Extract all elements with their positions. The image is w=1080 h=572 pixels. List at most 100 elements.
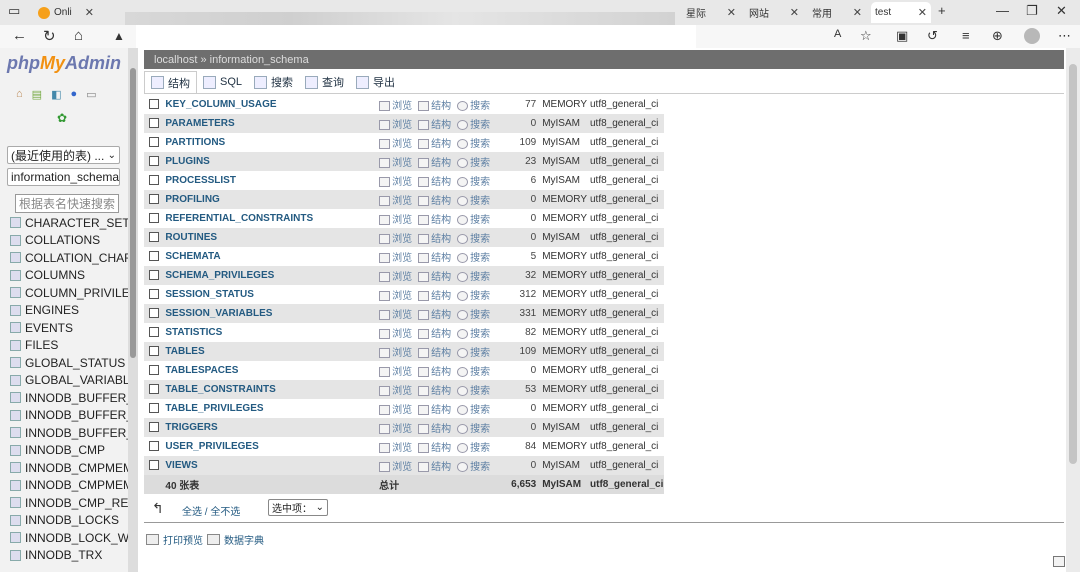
row-checkbox[interactable] [148, 156, 159, 167]
extension-icon[interactable]: ▣ [896, 28, 908, 44]
table-row[interactable]: ROUTINES 浏览 结构 搜索 0 MyISAM utf8_general_ci [144, 228, 664, 247]
table-name-link[interactable]: SCHEMATA [163, 247, 380, 266]
search-action[interactable]: 搜索 [457, 420, 490, 435]
url-field[interactable] [136, 25, 696, 48]
help-icon[interactable]: ● [70, 88, 77, 101]
read-aloud-icon[interactable]: A [834, 28, 841, 40]
row-checkbox[interactable] [148, 403, 159, 414]
with-selected-select[interactable]: 选中项： ⌄ [268, 499, 328, 516]
table-name-link[interactable]: PLUGINS [163, 152, 380, 171]
browser-tab-1[interactable]: Onli ✕ [34, 2, 98, 23]
close-tab-icon[interactable]: ✕ [85, 6, 94, 19]
table-row[interactable]: SESSION_VARIABLES 浏览 结构 搜索 331 MEMORY utf8_gen… [144, 304, 664, 323]
table-row[interactable]: TABLESPACES 浏览 结构 搜索 0 MEMORY utf8_general_ci [144, 361, 664, 380]
browse-action[interactable]: 浏览 [379, 154, 412, 169]
table-row[interactable]: TRIGGERS 浏览 结构 搜索 0 MyISAM utf8_general_ci [144, 418, 664, 437]
sidebar-table-item[interactable]: INNODB_BUFFER_P [10, 389, 138, 407]
search-action[interactable]: 搜索 [457, 97, 490, 112]
search-action[interactable]: 搜索 [457, 249, 490, 264]
row-checkbox[interactable] [148, 270, 159, 281]
docs-icon[interactable]: ▭ [86, 88, 96, 101]
row-checkbox[interactable] [148, 346, 159, 357]
search-action[interactable]: 搜索 [457, 363, 490, 378]
restore-icon[interactable]: ❐ [1026, 3, 1038, 19]
table-row[interactable]: TABLE_CONSTRAINTS 浏览 结构 搜索 53 MEMORY utf8_gene… [144, 380, 664, 399]
structure-action[interactable]: 结构 [418, 287, 451, 302]
search-action[interactable]: 搜索 [457, 192, 490, 207]
table-name-link[interactable]: USER_PRIVILEGES [163, 437, 380, 456]
table-row[interactable]: TABLE_PRIVILEGES 浏览 结构 搜索 0 MEMORY utf8_genera… [144, 399, 664, 418]
table-row[interactable]: PROCESSLIST 浏览 结构 搜索 6 MyISAM utf8_general_ci [144, 171, 664, 190]
table-name-link[interactable]: REFERENTIAL_CONSTRAINTS [163, 209, 380, 228]
sidebar-table-item[interactable]: COLUMNS [10, 267, 138, 285]
table-name-link[interactable]: VIEWS [163, 456, 380, 475]
browser-tab-5[interactable]: test ✕ [871, 2, 931, 23]
browser-tab-4[interactable]: 常用 ✕ [808, 2, 866, 23]
row-checkbox[interactable] [148, 327, 159, 338]
console-icon[interactable] [1053, 556, 1065, 567]
sidebar-table-item[interactable]: INNODB_BUFFER_P [10, 424, 138, 442]
search-action[interactable]: 搜索 [457, 401, 490, 416]
refresh-icon[interactable]: ↻ [43, 27, 56, 45]
search-action[interactable]: 搜索 [457, 325, 490, 340]
back-icon[interactable]: ← [12, 27, 27, 44]
main-scrollbar[interactable] [1066, 48, 1080, 572]
search-action[interactable]: 搜索 [457, 268, 490, 283]
table-row[interactable]: PARTITIONS 浏览 结构 搜索 109 MyISAM utf8_general_ci [144, 133, 664, 152]
table-filter-input[interactable]: 根据表名快速搜索 [15, 194, 119, 213]
sidebar-table-item[interactable]: INNODB_CMP_RESI [10, 494, 138, 512]
search-action[interactable]: 搜索 [457, 154, 490, 169]
row-checkbox[interactable] [148, 194, 159, 205]
structure-action[interactable]: 结构 [418, 382, 451, 397]
search-action[interactable]: 搜索 [457, 382, 490, 397]
sidebar-table-item[interactable]: COLLATION_CHARA [10, 249, 138, 267]
table-name-link[interactable]: ROUTINES [163, 228, 380, 247]
browse-action[interactable]: 浏览 [379, 249, 412, 264]
row-checkbox[interactable] [148, 213, 159, 224]
sidebar-table-item[interactable]: CHARACTER_SETS [10, 214, 138, 232]
row-checkbox[interactable] [148, 460, 159, 471]
collections-icon[interactable]: ⊕ [992, 28, 1003, 44]
structure-action[interactable]: 结构 [418, 344, 451, 359]
row-checkbox[interactable] [148, 99, 159, 110]
sidebar-table-item[interactable]: ENGINES [10, 302, 138, 320]
sidebar-table-item[interactable]: COLLATIONS [10, 232, 138, 250]
browse-action[interactable]: 浏览 [379, 401, 412, 416]
row-checkbox[interactable] [148, 232, 159, 243]
browse-action[interactable]: 浏览 [379, 306, 412, 321]
browse-action[interactable]: 浏览 [379, 116, 412, 131]
tab-actions-icon[interactable]: ▭ [8, 3, 20, 19]
table-row[interactable]: PARAMETERS 浏览 结构 搜索 0 MyISAM utf8_general_ci [144, 114, 664, 133]
tab-search[interactable]: 搜索 [248, 71, 299, 93]
nav-scrollbar-thumb[interactable] [130, 68, 136, 358]
table-name-link[interactable]: TABLESPACES [163, 361, 380, 380]
table-name-link[interactable]: PROFILING [163, 190, 380, 209]
tab-query[interactable]: 查询 [299, 71, 350, 93]
structure-action[interactable]: 结构 [418, 97, 451, 112]
search-action[interactable]: 搜索 [457, 173, 490, 188]
home-icon[interactable]: ⌂ [16, 88, 23, 101]
browser-tab-3[interactable]: 网站 ✕ [745, 2, 803, 23]
browse-action[interactable]: 浏览 [379, 135, 412, 150]
table-name-link[interactable]: TRIGGERS [163, 418, 380, 437]
structure-action[interactable]: 结构 [418, 420, 451, 435]
tab-sql[interactable]: SQL [197, 71, 248, 93]
table-name-link[interactable]: STATISTICS [163, 323, 380, 342]
table-row[interactable]: REFERENTIAL_CONSTRAINTS 浏览 结构 搜索 0 MEMORY utf8… [144, 209, 664, 228]
search-action[interactable]: 搜索 [457, 344, 490, 359]
browse-action[interactable]: 浏览 [379, 97, 412, 112]
browse-action[interactable]: 浏览 [379, 382, 412, 397]
tab-export[interactable]: 导出 [350, 71, 401, 93]
sidebar-table-item[interactable]: INNODB_CMPMEM [10, 459, 138, 477]
structure-action[interactable]: 结构 [418, 116, 451, 131]
table-row[interactable]: TABLES 浏览 结构 搜索 109 MEMORY utf8_general_ci [144, 342, 664, 361]
browse-action[interactable]: 浏览 [379, 420, 412, 435]
close-tab-icon[interactable]: ✕ [853, 6, 862, 19]
table-row[interactable]: SCHEMATA 浏览 结构 搜索 5 MEMORY utf8_general_ci [144, 247, 664, 266]
sidebar-table-item[interactable]: COLUMN_PRIVILEG [10, 284, 138, 302]
close-tab-icon[interactable]: ✕ [918, 6, 927, 19]
table-name-link[interactable]: SESSION_STATUS [163, 285, 380, 304]
browse-action[interactable]: 浏览 [379, 363, 412, 378]
structure-action[interactable]: 结构 [418, 325, 451, 340]
sidebar-table-item[interactable]: EVENTS [10, 319, 138, 337]
